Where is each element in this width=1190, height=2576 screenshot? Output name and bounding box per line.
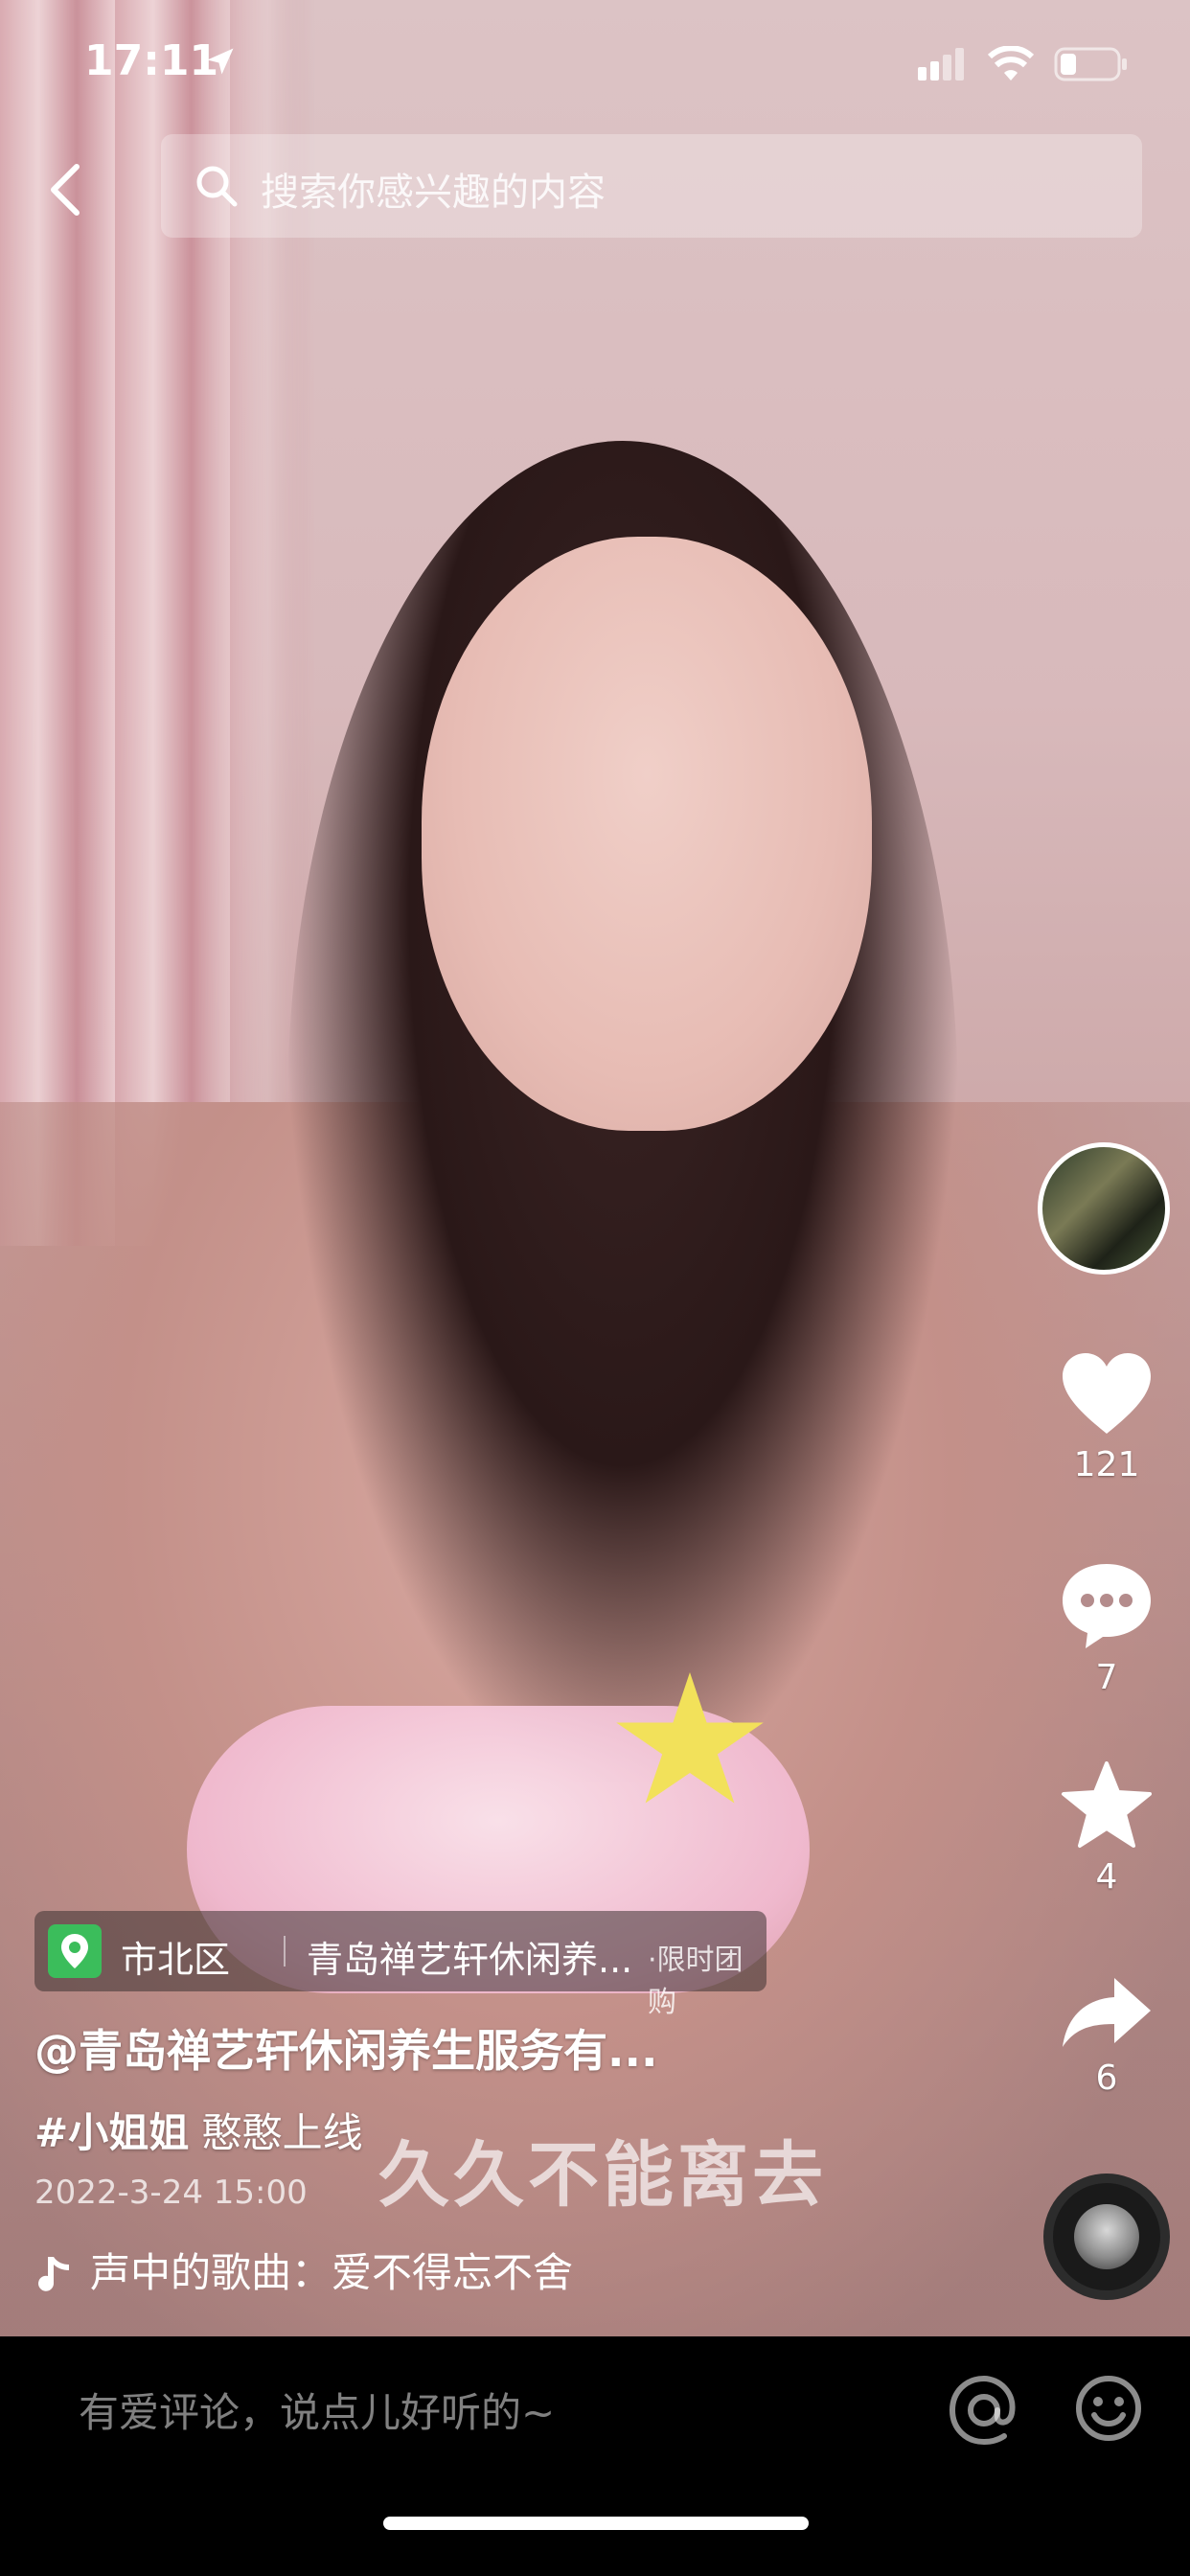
comment-icon [1063, 1564, 1151, 1648]
emoji-icon[interactable] [1075, 2375, 1142, 2442]
music-disc-cover [1074, 2204, 1139, 2269]
music-disc[interactable] [1043, 2174, 1170, 2300]
share-icon [1063, 1978, 1151, 2047]
heart-icon [1063, 1353, 1151, 1434]
wifi-icon [987, 46, 1035, 80]
search-icon [196, 166, 238, 207]
poi-area: 市北区 [121, 1939, 231, 1981]
battery-icon [1054, 47, 1127, 81]
post-description: #小姐姐 憨憨上线 [34, 2101, 363, 2159]
star-icon [1062, 1761, 1152, 1848]
video-person-face [422, 537, 872, 1131]
map-pin-icon [48, 1924, 102, 1978]
search-placeholder: 搜索你感兴趣的内容 [261, 171, 606, 215]
music-info[interactable]: 声中的歌曲：爱不得忘不舍 [34, 2241, 573, 2299]
share-button[interactable]: 6 [1044, 1974, 1169, 2098]
poi-tag[interactable]: 市北区 青岛禅艺轩休闲养... ·限时团购 [34, 1911, 767, 2019]
poi-divider [284, 1936, 286, 1966]
search-bar[interactable]: 搜索你感兴趣的内容 [161, 134, 1142, 238]
author-avatar[interactable] [1038, 1142, 1170, 1275]
music-note-icon [38, 2256, 69, 2291]
location-arrow-icon [207, 48, 234, 75]
author-name[interactable]: @青岛禅艺轩休闲养生服务有... [34, 2016, 657, 2080]
back-icon[interactable] [46, 161, 84, 218]
post-date: 2022-3-24 15:00 [34, 2174, 308, 2212]
favorite-count: 4 [1095, 1857, 1118, 1897]
status-bar: 17:11 [0, 0, 1190, 125]
favorite-button[interactable]: 4 [1044, 1761, 1169, 1897]
home-indicator[interactable] [383, 2517, 809, 2530]
like-count: 121 [1073, 1445, 1140, 1484]
poi-name: 青岛禅艺轩休闲养... [307, 1939, 633, 1981]
comment-bar: 有爱评论，说点儿好听的~ [0, 2336, 1190, 2576]
hashtag-link[interactable]: #小姐姐 [34, 2109, 189, 2156]
share-count: 6 [1095, 2058, 1118, 2098]
like-button[interactable]: 121 [1044, 1351, 1169, 1484]
signal-icon [918, 48, 964, 80]
status-time: 17:11 [84, 36, 219, 85]
music-title: 声中的歌曲：爱不得忘不舍 [90, 2249, 574, 2296]
at-icon[interactable] [949, 2375, 1019, 2446]
post-text: 憨憨上线 [201, 2109, 363, 2156]
comment-input[interactable]: 有爱评论，说点儿好听的~ [79, 2380, 555, 2439]
video-caption: 久久不能离去 [378, 2134, 827, 2217]
comment-count: 7 [1095, 1658, 1118, 1697]
poi-badge: ·限时团购 [648, 1944, 744, 2019]
comment-button[interactable]: 7 [1044, 1560, 1169, 1697]
